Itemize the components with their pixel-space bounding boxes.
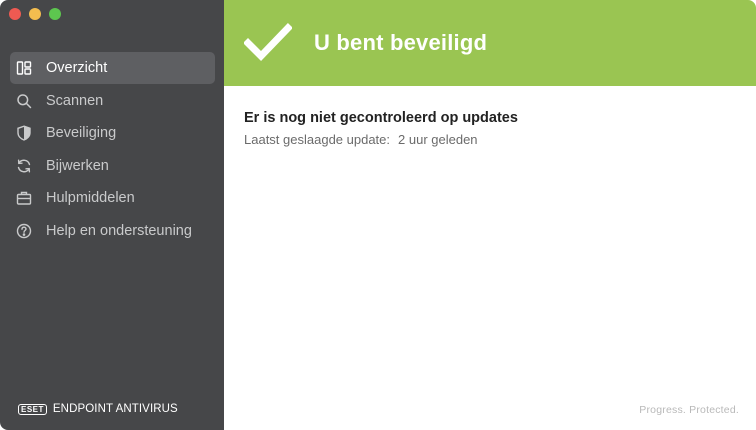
status-banner: U bent beveiligd bbox=[224, 0, 756, 86]
sidebar: Overzicht Scannen Beveiliging Bijwerken … bbox=[0, 0, 224, 430]
product-brand: eset ENDPOINT ANTIVIRUS bbox=[18, 403, 178, 415]
sidebar-item-overzicht[interactable]: Overzicht bbox=[10, 52, 215, 84]
minimize-window-button[interactable] bbox=[29, 8, 41, 20]
sidebar-item-help[interactable]: Help en ondersteuning bbox=[10, 215, 215, 247]
product-name: ENDPOINT ANTIVIRUS bbox=[52, 403, 178, 415]
sidebar-item-label: Overzicht bbox=[46, 60, 108, 76]
last-update-label: Laatst geslaagde update: bbox=[244, 132, 391, 147]
update-status-section: Er is nog niet gecontroleerd op updates … bbox=[224, 86, 756, 171]
sidebar-item-label: Help en ondersteuning bbox=[46, 222, 192, 239]
sidebar-item-hulpmiddelen[interactable]: Hulpmiddelen bbox=[10, 182, 215, 214]
close-window-button[interactable] bbox=[9, 8, 21, 20]
app-window: Overzicht Scannen Beveiliging Bijwerken … bbox=[0, 0, 756, 430]
sidebar-nav: Overzicht Scannen Beveiliging Bijwerken … bbox=[10, 52, 215, 247]
update-status-title: Er is nog niet gecontroleerd op updates bbox=[244, 110, 518, 126]
status-title: U bent beveiligd bbox=[314, 30, 488, 55]
eset-logo: eset bbox=[18, 403, 47, 415]
sidebar-item-label: Hulpmiddelen bbox=[46, 190, 135, 206]
sidebar-item-label: Scannen bbox=[46, 92, 104, 109]
sidebar-item-bijwerken[interactable]: Bijwerken bbox=[10, 150, 215, 182]
refresh-icon bbox=[16, 158, 32, 174]
sidebar-item-scannen[interactable]: Scannen bbox=[10, 85, 215, 117]
last-update-row: Laatst geslaagde update: 2 uur geleden bbox=[244, 132, 736, 147]
sidebar-item-label: Bijwerken bbox=[46, 157, 109, 174]
checkmark-icon bbox=[243, 23, 293, 63]
overview-icon bbox=[16, 60, 32, 76]
sidebar-item-beveiliging[interactable]: Beveiliging bbox=[10, 117, 215, 149]
window-controls bbox=[9, 8, 61, 20]
tagline: Progress. Protected. bbox=[639, 404, 739, 416]
sidebar-item-label: Beveiliging bbox=[46, 125, 117, 141]
maximize-window-button[interactable] bbox=[49, 8, 61, 20]
search-icon bbox=[16, 93, 32, 109]
last-update-value: 2 uur geleden bbox=[398, 132, 478, 147]
briefcase-icon bbox=[16, 190, 32, 206]
help-icon bbox=[16, 223, 32, 239]
main-panel: U bent beveiligd Er is nog niet gecontro… bbox=[224, 0, 756, 430]
shield-icon bbox=[16, 125, 32, 141]
